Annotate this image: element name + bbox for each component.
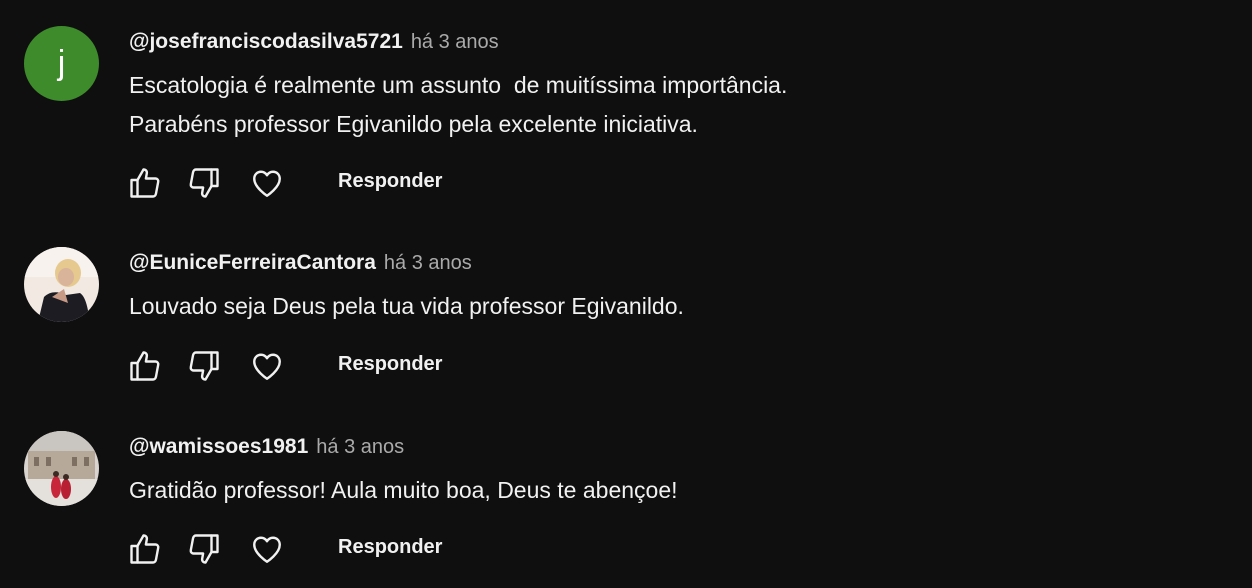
reply-button[interactable]: Responder [338,353,442,376]
avatar[interactable] [24,431,99,506]
dislike-button[interactable] [185,347,223,385]
author-name[interactable]: @josefranciscodasilva5721 [129,30,403,54]
heart-icon [253,170,281,197]
avatar-letter: j [57,44,66,82]
thumbs-up-icon [130,534,160,564]
comment-text-line: Parabéns professor Egivanildo pela excel… [129,111,698,137]
dislike-button[interactable] [185,164,223,202]
heart-button[interactable] [248,347,286,385]
comment-text: Gratidão professor! Aula muito boa, Deus… [129,471,678,510]
avatar[interactable]: j [24,26,99,101]
comment-header: @wamissoes1981 há 3 anos [129,435,404,463]
heart-button[interactable] [248,164,286,202]
comment-text-line: Louvado seja Deus pela tua vida professo… [129,293,684,319]
comment-actions: Responder [126,164,526,204]
like-button[interactable] [126,347,164,385]
comment-text-line: Gratidão professor! Aula muito boa, Deus… [129,477,678,503]
thumbs-down-icon [189,351,219,381]
comment-timestamp[interactable]: há 3 anos [316,436,404,459]
like-button[interactable] [126,530,164,568]
comment-header: @EuniceFerreiraCantora há 3 anos [129,251,472,279]
comment-actions: Responder [126,530,526,570]
dislike-button[interactable] [185,530,223,568]
comment-timestamp[interactable]: há 3 anos [411,31,499,54]
thumbs-up-icon [130,351,160,381]
thumbs-up-icon [130,168,160,198]
like-button[interactable] [126,164,164,202]
profile-photo-building-icon [24,431,99,506]
comment-text: Escatologia é realmente um assunto de mu… [129,66,787,144]
thumbs-down-icon [189,168,219,198]
reply-button[interactable]: Responder [338,536,442,559]
heart-icon [253,536,281,563]
profile-photo-woman-icon [24,247,99,322]
comment-header: @josefranciscodasilva5721 há 3 anos [129,30,499,58]
author-name[interactable]: @wamissoes1981 [129,435,308,459]
avatar[interactable] [24,247,99,322]
author-name[interactable]: @EuniceFerreiraCantora [129,251,376,275]
heart-icon [253,353,281,380]
thumbs-down-icon [189,534,219,564]
comment-timestamp[interactable]: há 3 anos [384,252,472,275]
heart-button[interactable] [248,530,286,568]
reply-button[interactable]: Responder [338,170,442,193]
comment-text-line: Escatologia é realmente um assunto de mu… [129,72,788,98]
comment-actions: Responder [126,347,526,387]
comment-text: Louvado seja Deus pela tua vida professo… [129,287,684,326]
